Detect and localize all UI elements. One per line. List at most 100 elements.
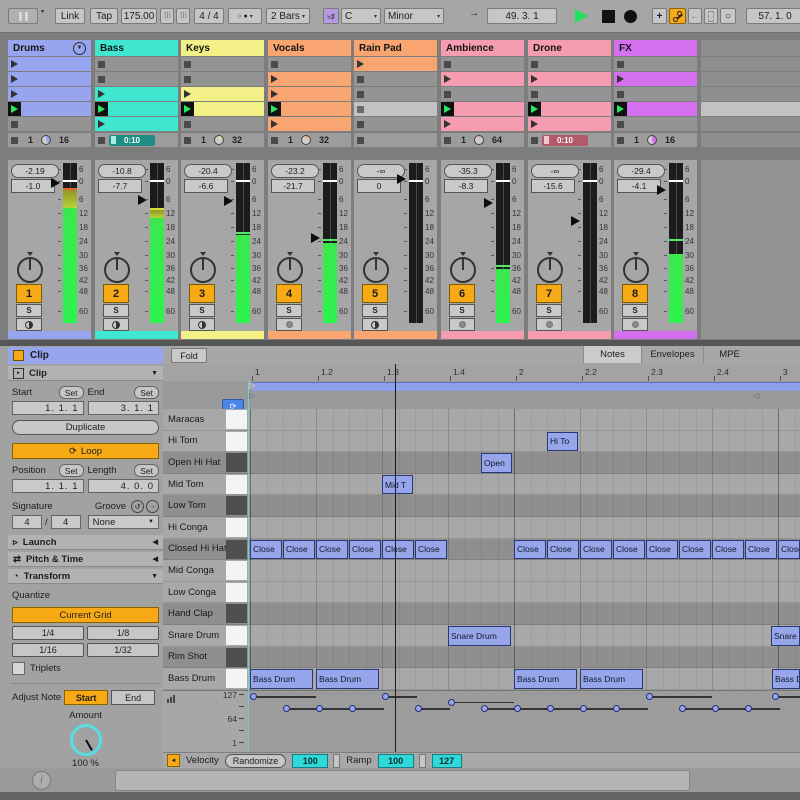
track-header-ambience[interactable]: Ambience bbox=[441, 40, 524, 56]
link-button[interactable]: Link bbox=[55, 8, 85, 24]
pan-knob[interactable] bbox=[17, 257, 43, 283]
peak-level-field[interactable]: -35.3 bbox=[444, 164, 492, 178]
clip-slot[interactable] bbox=[181, 87, 264, 101]
clip-slot-empty[interactable] bbox=[181, 117, 264, 131]
drum-key-cell[interactable] bbox=[226, 540, 247, 559]
playing-icon[interactable] bbox=[528, 102, 541, 116]
track-header-drums[interactable]: Drums▼ bbox=[8, 40, 91, 56]
velocity-marker[interactable] bbox=[283, 705, 290, 712]
velocity-marker[interactable] bbox=[745, 705, 752, 712]
pan-knob[interactable] bbox=[537, 257, 563, 283]
velocity-marker[interactable] bbox=[382, 693, 389, 700]
clip-slot[interactable] bbox=[268, 87, 351, 101]
clip-play-icon[interactable] bbox=[357, 60, 364, 68]
track-menu-icon[interactable]: ▼ bbox=[73, 42, 86, 55]
volume-field[interactable]: -4.1 bbox=[617, 179, 661, 193]
pan-knob[interactable] bbox=[623, 257, 649, 283]
drum-key-cell[interactable] bbox=[226, 453, 247, 472]
chevron-collapsed-icon[interactable]: ◀ bbox=[153, 538, 158, 546]
midi-note[interactable]: Snare Drum bbox=[448, 626, 511, 646]
clip-stop-button[interactable] bbox=[444, 137, 451, 144]
arrangement-position-field[interactable]: 49. 3. 1 bbox=[487, 8, 557, 24]
volume-field[interactable]: -8.3 bbox=[444, 179, 488, 193]
volume-field[interactable]: -7.7 bbox=[98, 179, 142, 193]
track-activator-button[interactable]: 5 bbox=[362, 284, 388, 303]
arm-monitor-button[interactable] bbox=[103, 318, 129, 331]
signature-denominator-field[interactable]: 4 bbox=[51, 515, 81, 529]
track-header-rain-pad[interactable]: Rain Pad bbox=[354, 40, 437, 56]
arm-monitor-button[interactable] bbox=[189, 318, 215, 331]
randomize-button[interactable]: Randomize bbox=[225, 754, 287, 768]
midi-note[interactable]: Bass Drum bbox=[580, 669, 643, 689]
ramp-handle[interactable] bbox=[419, 754, 426, 768]
pitch-time-section-header[interactable]: ⇄ Pitch & Time ◀ bbox=[8, 552, 163, 567]
clip-end-marker-icon[interactable]: ◁ bbox=[753, 391, 759, 400]
peak-level-field[interactable]: -10.8 bbox=[98, 164, 146, 178]
clip-stop-button[interactable] bbox=[184, 137, 191, 144]
solo-button[interactable]: S bbox=[16, 304, 42, 317]
volume-field[interactable]: -1.0 bbox=[11, 179, 55, 193]
velocity-marker[interactable] bbox=[316, 705, 323, 712]
loop-length-field[interactable]: 4. 0. 0 bbox=[88, 479, 160, 493]
midi-note[interactable]: Close bbox=[283, 540, 315, 560]
clip-stop-button[interactable] bbox=[617, 137, 624, 144]
transform-section-header[interactable]: ◔ Transform ▼ bbox=[8, 569, 163, 584]
clip-section-header[interactable]: ▸ Clip ▼ bbox=[8, 366, 163, 381]
nudge-down-button[interactable]: ⏐⏐⏐ bbox=[160, 8, 174, 24]
loop-bar[interactable]: ▷ bbox=[163, 381, 800, 391]
track-header-bass[interactable]: Bass bbox=[95, 40, 178, 56]
peak-level-field[interactable]: -23.2 bbox=[271, 164, 319, 178]
arm-monitor-button[interactable] bbox=[449, 318, 475, 331]
drum-key-cell[interactable] bbox=[226, 561, 247, 580]
clip-slot-empty[interactable] bbox=[441, 57, 524, 71]
clip-slot-empty[interactable] bbox=[268, 57, 351, 71]
midi-note[interactable]: Close bbox=[547, 540, 579, 560]
view-selector-icon[interactable] bbox=[8, 8, 38, 24]
solo-button[interactable]: S bbox=[362, 304, 388, 317]
track-activator-button[interactable]: 8 bbox=[622, 284, 648, 303]
clip-slot[interactable] bbox=[268, 72, 351, 86]
midi-note[interactable]: Open bbox=[481, 453, 512, 473]
track-header-drone[interactable]: Drone bbox=[528, 40, 611, 56]
solo-button[interactable]: S bbox=[536, 304, 562, 317]
adjust-start-button[interactable]: Start bbox=[64, 690, 108, 705]
playing-icon[interactable] bbox=[441, 102, 454, 116]
midi-note[interactable]: Close bbox=[316, 540, 348, 560]
clip-play-icon[interactable] bbox=[11, 60, 18, 68]
quantization-menu[interactable]: 2 Bars▾ bbox=[266, 8, 310, 24]
clip-play-icon[interactable] bbox=[444, 120, 451, 128]
clip-slot[interactable] bbox=[268, 117, 351, 131]
clip-slot-empty[interactable] bbox=[614, 57, 697, 71]
peak-level-field[interactable]: -29.4 bbox=[617, 164, 665, 178]
chevron-down-icon[interactable]: ▼ bbox=[151, 573, 158, 580]
clip-slot-selected[interactable] bbox=[354, 102, 437, 116]
drum-key-cell[interactable] bbox=[226, 410, 247, 429]
tab-mpe[interactable]: MPE bbox=[703, 346, 755, 363]
clip-slot-empty[interactable] bbox=[181, 57, 264, 71]
pan-knob[interactable] bbox=[277, 257, 303, 283]
drum-key-cell[interactable] bbox=[226, 583, 247, 602]
midi-note[interactable]: Close bbox=[778, 540, 800, 560]
clip-slot[interactable] bbox=[441, 72, 524, 86]
solo-button[interactable]: S bbox=[449, 304, 475, 317]
velocity-marker[interactable] bbox=[481, 705, 488, 712]
tap-tempo-button[interactable]: Tap bbox=[90, 8, 118, 24]
velocity-marker[interactable] bbox=[415, 705, 422, 712]
midi-note[interactable]: Close bbox=[250, 540, 282, 560]
clip-slot-playing[interactable] bbox=[95, 102, 178, 116]
clip-play-icon[interactable] bbox=[444, 75, 451, 83]
re-enable-automation-button[interactable]: ← bbox=[688, 8, 702, 24]
clip-stop-button[interactable] bbox=[531, 137, 538, 144]
velocity-marker[interactable] bbox=[679, 705, 686, 712]
velocity-marker[interactable] bbox=[448, 699, 455, 706]
volume-fader-handle[interactable] bbox=[571, 216, 580, 226]
clip-play-icon[interactable] bbox=[271, 75, 278, 83]
midi-note[interactable]: Close bbox=[745, 540, 777, 560]
clip-slot-playing[interactable] bbox=[268, 102, 351, 116]
fold-button[interactable]: Fold bbox=[171, 348, 207, 363]
velocity-marker[interactable] bbox=[712, 705, 719, 712]
tab-notes[interactable]: Notes bbox=[583, 346, 641, 363]
velocity-marker[interactable] bbox=[646, 693, 653, 700]
beat-time-ruler[interactable]: 11.21.31.422.22.32.43 bbox=[163, 364, 800, 382]
clip-play-icon[interactable] bbox=[531, 75, 538, 83]
